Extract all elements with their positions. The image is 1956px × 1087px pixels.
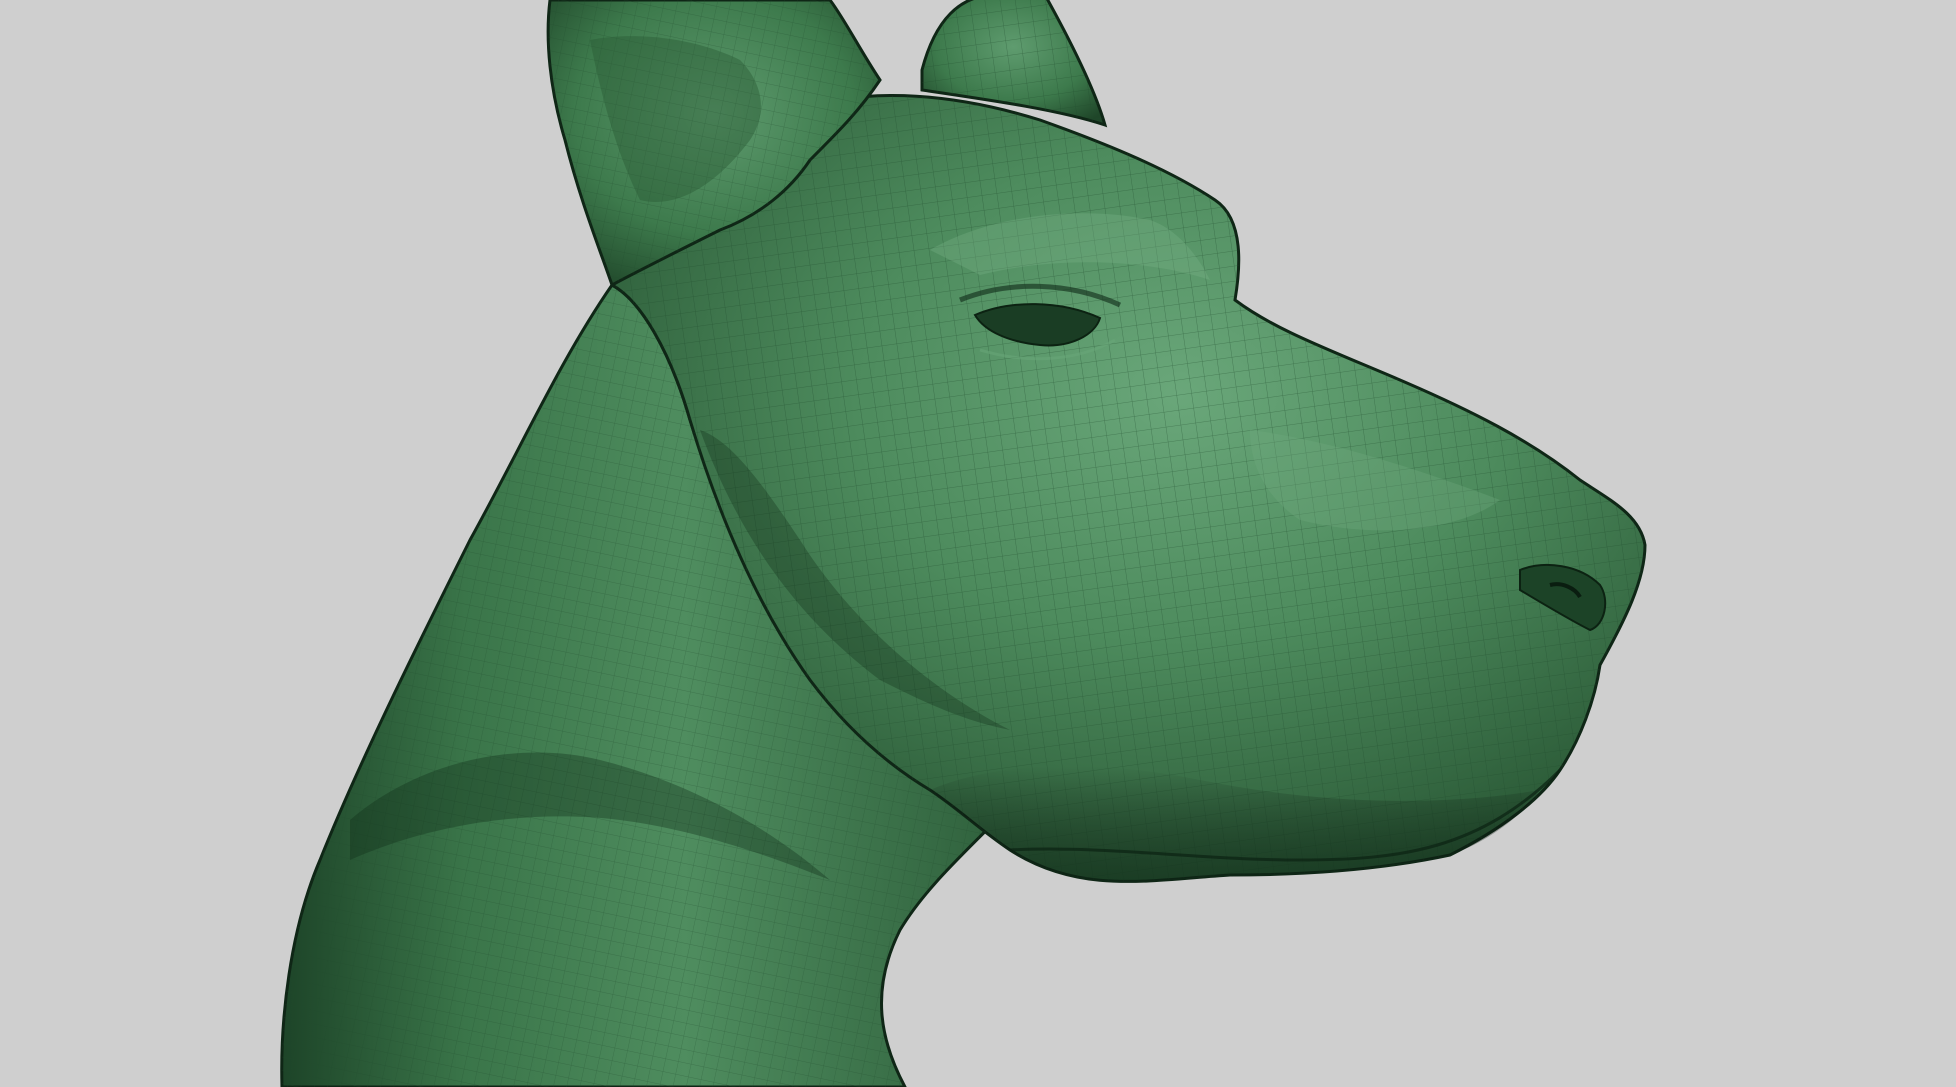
dog-head-model[interactable]	[0, 0, 1956, 1087]
sculpt-viewport[interactable]	[0, 0, 1956, 1087]
